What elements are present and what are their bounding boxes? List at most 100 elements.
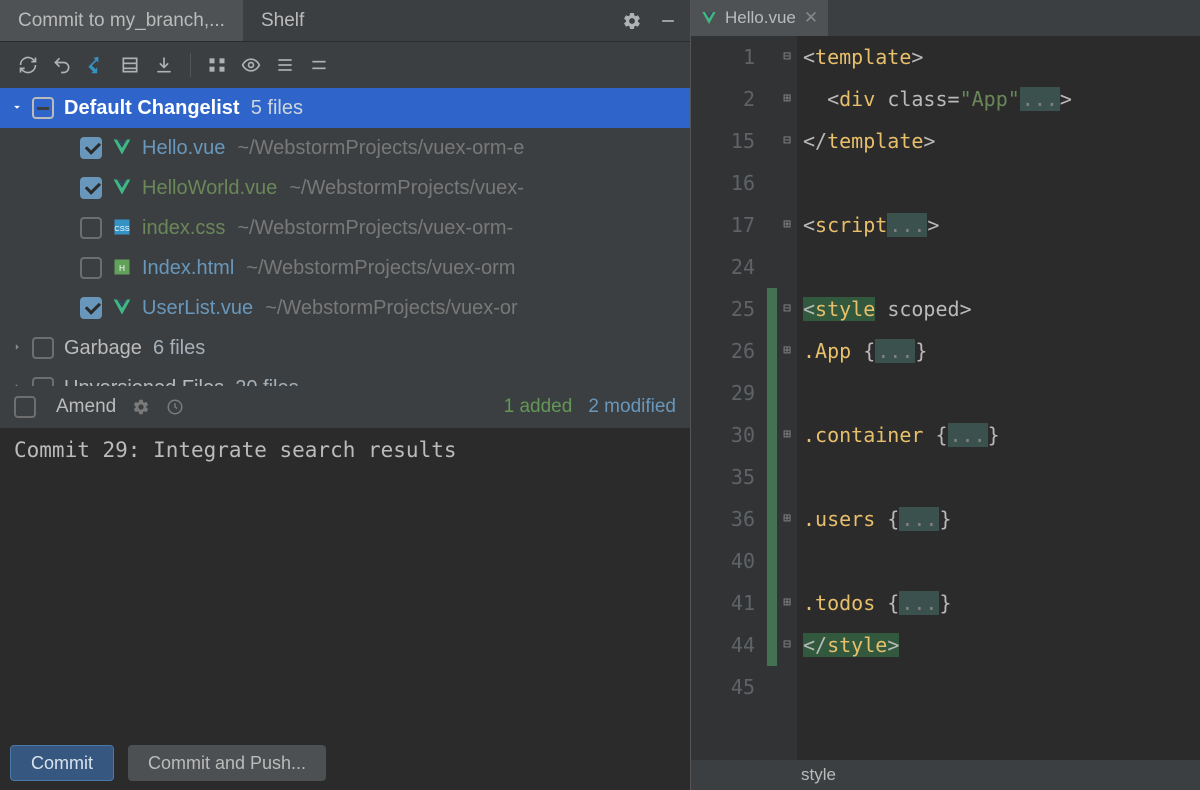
vue-file-icon <box>112 177 134 199</box>
changelist-garbage[interactable]: Garbage 6 files <box>0 328 690 368</box>
tab-shelf[interactable]: Shelf <box>243 0 322 41</box>
file-row[interactable]: UserList.vue~/WebstormProjects/vuex-or <box>0 288 690 328</box>
added-count: 1 added <box>504 396 573 418</box>
line-number: 40 <box>691 540 755 582</box>
fold-expand-icon[interactable]: ⊞ <box>777 204 797 246</box>
code-line[interactable]: .todos {...} <box>803 582 1200 624</box>
line-number: 1 <box>691 36 755 78</box>
changelist-checkbox[interactable] <box>32 97 54 119</box>
unversioned-checkbox[interactable] <box>32 377 54 386</box>
svg-text:H: H <box>119 263 125 273</box>
file-path: ~/WebstormProjects/vuex-orm <box>246 257 515 280</box>
css-file-icon: CSS <box>112 217 134 239</box>
file-name: Hello.vue <box>142 137 225 160</box>
code-line[interactable]: </style> <box>803 624 1200 666</box>
code-line[interactable]: <template> <box>803 36 1200 78</box>
code-line[interactable]: <div class="App"...> <box>803 78 1200 120</box>
change-marker <box>767 624 777 666</box>
html-file-icon: H <box>112 257 134 279</box>
unversioned-files[interactable]: Unversioned Files 20 files <box>0 368 690 386</box>
file-checkbox[interactable] <box>80 297 102 319</box>
shelve-icon[interactable] <box>148 49 180 81</box>
chevron-down-icon[interactable] <box>10 100 26 116</box>
fold-expand-icon[interactable]: ⊞ <box>777 330 797 372</box>
file-row[interactable]: Hello.vue~/WebstormProjects/vuex-orm-e <box>0 128 690 168</box>
code-line[interactable]: .users {...} <box>803 498 1200 540</box>
modified-count: 2 modified <box>588 396 676 418</box>
file-checkbox[interactable] <box>80 257 102 279</box>
rollback-icon[interactable] <box>46 49 78 81</box>
fold-expand-icon[interactable]: ⊞ <box>777 498 797 540</box>
commit-button[interactable]: Commit <box>10 745 114 781</box>
collapse-all-icon[interactable] <box>303 49 335 81</box>
code-line[interactable] <box>803 246 1200 288</box>
fold-expand-icon[interactable]: ⊞ <box>777 78 797 120</box>
file-row[interactable]: HIndex.html~/WebstormProjects/vuex-orm <box>0 248 690 288</box>
fold-collapse-icon[interactable]: ⊟ <box>777 120 797 162</box>
fold-none <box>777 666 797 708</box>
line-number: 2 <box>691 78 755 120</box>
code-line[interactable] <box>803 456 1200 498</box>
file-path: ~/WebstormProjects/vuex- <box>289 177 524 200</box>
code-line[interactable]: </template> <box>803 120 1200 162</box>
change-marker <box>767 582 777 624</box>
breadcrumb-item[interactable]: style <box>801 765 836 785</box>
fold-collapse-icon[interactable]: ⊟ <box>777 36 797 78</box>
editor-tab-hello-vue[interactable]: Hello.vue ✕ <box>691 0 828 36</box>
line-number: 26 <box>691 330 755 372</box>
fold-none <box>777 162 797 204</box>
line-number: 29 <box>691 372 755 414</box>
file-row[interactable]: HelloWorld.vue~/WebstormProjects/vuex- <box>0 168 690 208</box>
file-name: UserList.vue <box>142 297 253 320</box>
changelist-default[interactable]: Default Changelist 5 files <box>0 88 690 128</box>
fold-expand-icon[interactable]: ⊞ <box>777 414 797 456</box>
change-marker <box>767 414 777 456</box>
file-row[interactable]: CSSindex.css~/WebstormProjects/vuex-orm- <box>0 208 690 248</box>
file-name: index.css <box>142 217 225 240</box>
gear-icon[interactable] <box>618 7 646 35</box>
expand-all-icon[interactable] <box>269 49 301 81</box>
close-icon[interactable]: ✕ <box>804 8 818 28</box>
history-icon[interactable] <box>166 398 184 416</box>
change-marker <box>767 288 777 330</box>
diff-icon[interactable] <box>80 49 112 81</box>
code-line[interactable]: .container {...} <box>803 414 1200 456</box>
commit-options-gear-icon[interactable] <box>132 398 150 416</box>
commit-message-input[interactable]: Commit 29: Integrate search results <box>0 428 690 736</box>
group-by-icon[interactable] <box>201 49 233 81</box>
view-options-icon[interactable] <box>235 49 267 81</box>
tab-commit[interactable]: Commit to my_branch,... <box>0 0 243 41</box>
chevron-right-icon[interactable] <box>10 340 26 356</box>
unversioned-count: 20 files <box>235 377 298 387</box>
commit-toolbar <box>0 42 690 88</box>
code-line[interactable]: <script...> <box>803 204 1200 246</box>
code-editor[interactable]: 121516172425262930353640414445 ⊟⊞⊟⊞⊟⊞⊞⊞⊞… <box>691 36 1200 760</box>
code-line[interactable]: .App {...} <box>803 330 1200 372</box>
commit-and-push-button[interactable]: Commit and Push... <box>128 745 326 781</box>
fold-collapse-icon[interactable]: ⊟ <box>777 624 797 666</box>
fold-expand-icon[interactable]: ⊞ <box>777 582 797 624</box>
file-checkbox[interactable] <box>80 217 102 239</box>
editor-tabs: Hello.vue ✕ <box>691 0 1200 36</box>
refresh-icon[interactable] <box>12 49 44 81</box>
changelist-icon[interactable] <box>114 49 146 81</box>
fold-none <box>777 372 797 414</box>
fold-collapse-icon[interactable]: ⊟ <box>777 288 797 330</box>
changelist-count: 6 files <box>153 337 205 360</box>
minimize-icon[interactable] <box>654 7 682 35</box>
changelist-checkbox[interactable] <box>32 337 54 359</box>
code-content[interactable]: <template> <div class="App"...></templat… <box>797 36 1200 760</box>
code-line[interactable]: <style scoped> <box>803 288 1200 330</box>
fold-gutter: ⊟⊞⊟⊞⊟⊞⊞⊞⊞⊟ <box>777 36 797 760</box>
amend-checkbox[interactable] <box>14 396 36 418</box>
file-checkbox[interactable] <box>80 177 102 199</box>
line-number: 17 <box>691 204 755 246</box>
file-checkbox[interactable] <box>80 137 102 159</box>
code-line[interactable] <box>803 666 1200 708</box>
commit-tool-window: Commit to my_branch,... Shelf Default Ch… <box>0 0 690 790</box>
fold-none <box>777 540 797 582</box>
code-line[interactable] <box>803 540 1200 582</box>
code-line[interactable] <box>803 372 1200 414</box>
commit-buttons: Commit Commit and Push... <box>0 736 690 790</box>
code-line[interactable] <box>803 162 1200 204</box>
